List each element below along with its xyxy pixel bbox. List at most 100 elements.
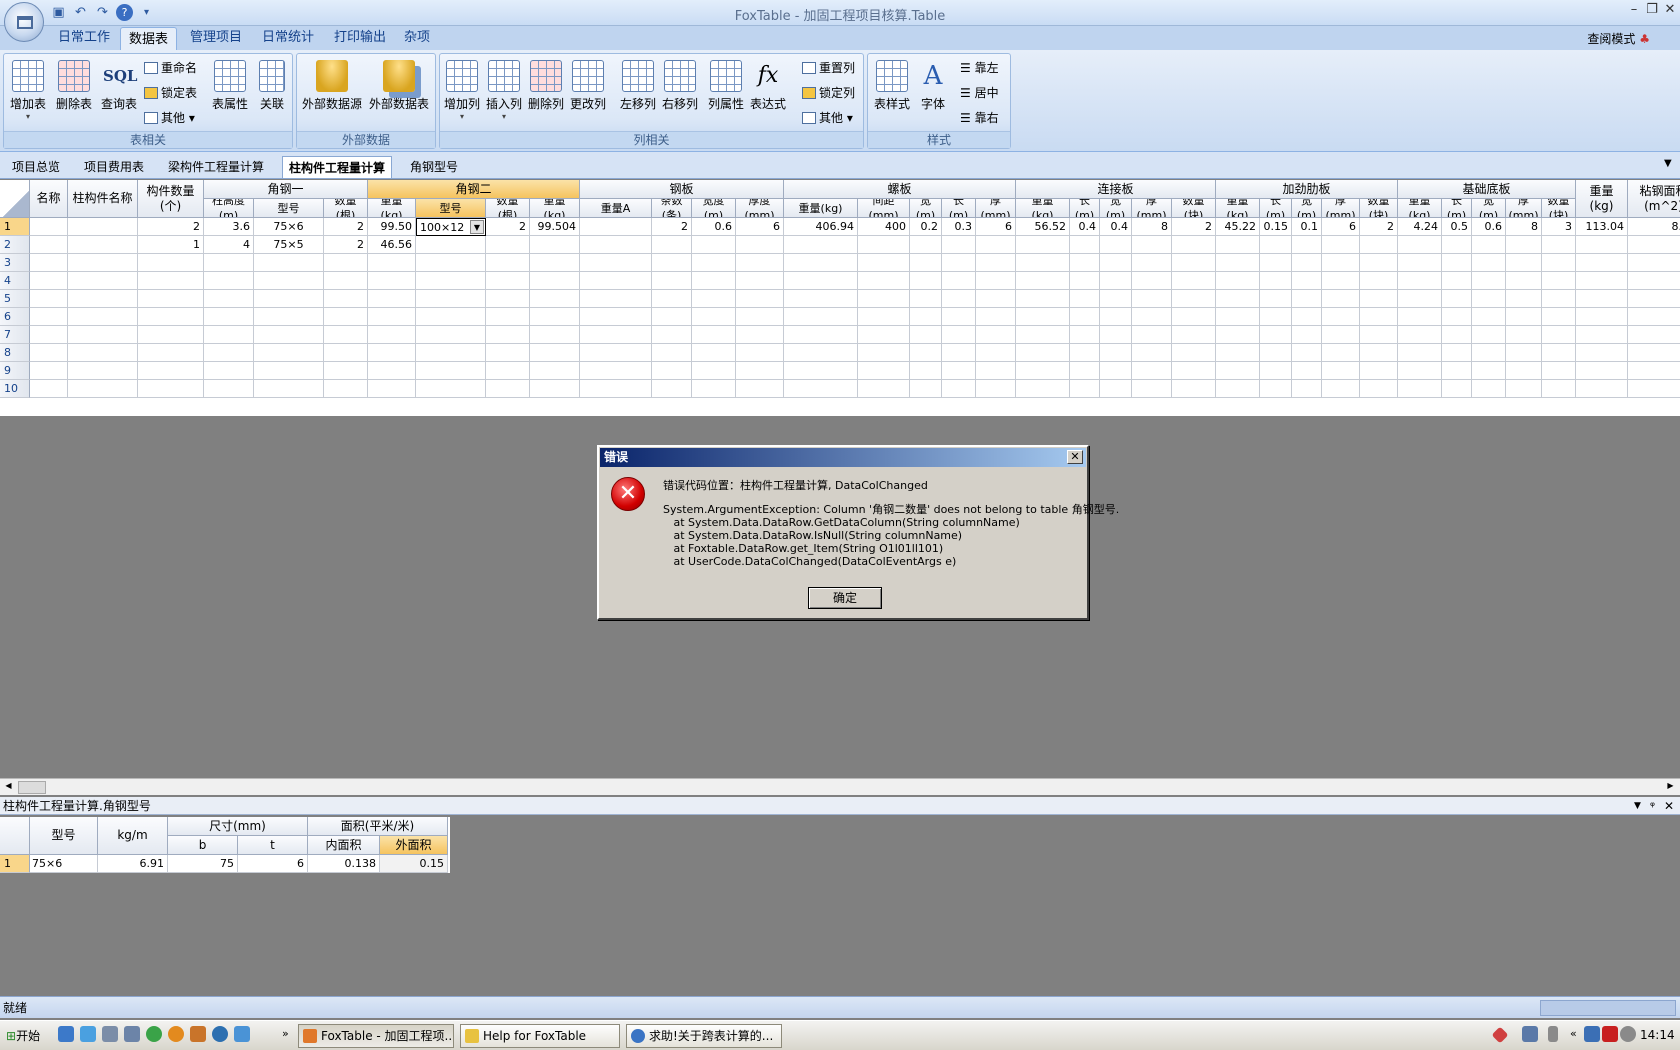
table-cell[interactable] (1172, 380, 1216, 398)
table-cell[interactable] (1016, 362, 1070, 380)
table-cell[interactable] (1542, 326, 1576, 344)
table-cell[interactable] (486, 236, 530, 254)
table-cell[interactable] (486, 380, 530, 398)
table-cell[interactable] (1260, 362, 1292, 380)
table-cell[interactable]: 3 (1542, 218, 1576, 236)
table-cell[interactable] (1576, 236, 1628, 254)
table-cell[interactable] (416, 236, 486, 254)
table-cell[interactable] (416, 272, 486, 290)
ribbon-tab-misc[interactable]: 杂项 (396, 26, 438, 50)
quicklaunch-icon-6[interactable] (168, 1026, 184, 1042)
table-cell[interactable] (368, 326, 416, 344)
add-table-button[interactable]: 增加表 ▾ (8, 56, 48, 132)
align-right-button[interactable]: ☰ 靠右 (960, 107, 999, 129)
table-cell[interactable] (1472, 380, 1506, 398)
quicklaunch-icon-7[interactable] (190, 1026, 206, 1042)
table-cell[interactable]: 0.6 (692, 218, 736, 236)
child-cell-kgm[interactable]: 6.91 (98, 855, 168, 873)
table-cell[interactable] (1322, 290, 1360, 308)
table-cell[interactable] (138, 380, 204, 398)
table-cell[interactable] (1628, 380, 1680, 398)
table-cell[interactable] (976, 236, 1016, 254)
align-left-button[interactable]: ☰ 靠左 (960, 57, 999, 79)
table-cell[interactable] (138, 344, 204, 362)
column-header[interactable]: 条数 (条) (652, 199, 692, 218)
table-cell[interactable] (942, 290, 976, 308)
expression-button[interactable]: fx 表达式 (748, 56, 788, 132)
table-cell[interactable] (1100, 254, 1132, 272)
table-cell[interactable] (1070, 362, 1100, 380)
table-cell[interactable] (530, 290, 580, 308)
column-other-button[interactable]: 其他 ▾ (802, 107, 853, 129)
table-cell[interactable] (1628, 344, 1680, 362)
table-cell[interactable] (254, 272, 324, 290)
table-cell[interactable] (204, 362, 254, 380)
table-cell[interactable] (1322, 254, 1360, 272)
column-header[interactable]: 重量(kg) (530, 199, 580, 218)
table-cell[interactable] (784, 254, 858, 272)
task-forum[interactable]: 求助!关于跨表计算的... (626, 1024, 782, 1048)
table-cell[interactable] (1216, 326, 1260, 344)
table-cell[interactable] (1292, 308, 1322, 326)
table-cell[interactable] (368, 380, 416, 398)
table-cell[interactable] (1016, 380, 1070, 398)
table-cell[interactable] (910, 254, 942, 272)
row-number[interactable]: 1 (0, 218, 30, 236)
table-cell[interactable] (204, 254, 254, 272)
table-cell[interactable]: 56.52 (1016, 218, 1070, 236)
column-header[interactable]: 重量(kg) (784, 199, 858, 218)
sheet-tab-overview[interactable]: 项目总览 (6, 156, 66, 178)
table-cell[interactable] (736, 236, 784, 254)
table-cell[interactable] (1100, 326, 1132, 344)
table-cell[interactable] (1576, 254, 1628, 272)
table-cell[interactable] (1360, 272, 1398, 290)
table-cell[interactable] (1100, 236, 1132, 254)
row-number[interactable]: 3 (0, 254, 30, 272)
column-header[interactable]: 宽 (m) (910, 199, 942, 218)
table-cell[interactable] (486, 326, 530, 344)
column-header[interactable]: 数量 (根) (324, 199, 368, 218)
table-cell[interactable] (416, 290, 486, 308)
column-header[interactable]: 重量(kg) (1576, 180, 1628, 218)
table-cell[interactable] (368, 290, 416, 308)
lock-column-button[interactable]: 锁定列 (802, 82, 855, 104)
table-cell[interactable] (1016, 344, 1070, 362)
table-cell[interactable] (1398, 326, 1442, 344)
table-cell[interactable] (30, 272, 68, 290)
table-cell[interactable]: 0.6 (1472, 218, 1506, 236)
table-cell[interactable]: 46.56 (368, 236, 416, 254)
table-cell[interactable] (1398, 272, 1442, 290)
main-grid[interactable]: 名称 柱构件名称 构件数量 (个) 角钢一 柱高度 (m) 型号 数量 (根) 角钢二 重量 (kg) 型… (0, 180, 1680, 416)
child-cell-b[interactable]: 75 (168, 855, 238, 873)
table-cell[interactable] (652, 380, 692, 398)
table-cell[interactable] (1628, 254, 1680, 272)
table-cell[interactable] (138, 362, 204, 380)
app-menu-button[interactable] (4, 2, 44, 42)
table-cell[interactable] (692, 308, 736, 326)
quicklaunch-more-icon[interactable]: » (282, 1027, 289, 1040)
table-cell[interactable] (692, 326, 736, 344)
table-cell[interactable] (692, 272, 736, 290)
table-cell[interactable] (1016, 236, 1070, 254)
table-cell[interactable] (1260, 380, 1292, 398)
table-cell[interactable] (692, 236, 736, 254)
table-cell[interactable] (1628, 308, 1680, 326)
table-cell[interactable] (652, 272, 692, 290)
column-header[interactable]: 长 (m) (1442, 199, 1472, 218)
table-cell[interactable] (652, 326, 692, 344)
child-row-number[interactable]: 1 (0, 855, 30, 873)
table-cell[interactable] (1132, 290, 1172, 308)
table-cell[interactable] (784, 326, 858, 344)
undo-icon[interactable]: ↶ (72, 4, 89, 21)
table-cell[interactable] (784, 272, 858, 290)
table-cell[interactable] (784, 236, 858, 254)
tray-icon-1[interactable] (1491, 1026, 1509, 1044)
table-cell[interactable] (1292, 272, 1322, 290)
external-table-button[interactable]: 外部数据表 (367, 56, 431, 132)
column-header[interactable]: 厚 (mm) (976, 199, 1016, 218)
table-cell[interactable] (1172, 254, 1216, 272)
table-cell[interactable] (1132, 362, 1172, 380)
child-header-model[interactable]: 型号 (30, 817, 98, 855)
table-cell[interactable] (692, 362, 736, 380)
table-cell[interactable] (976, 290, 1016, 308)
